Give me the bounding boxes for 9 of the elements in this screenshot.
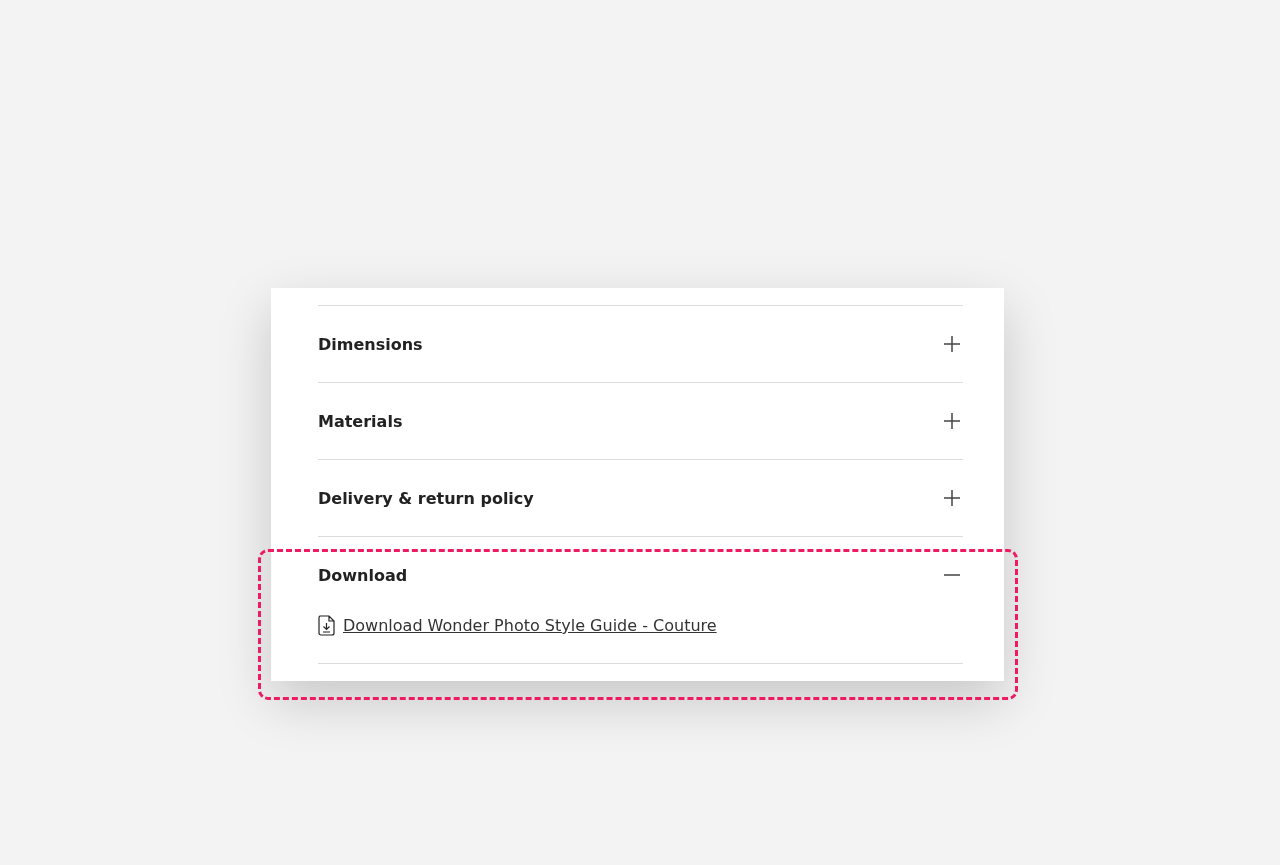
plus-icon[interactable] bbox=[943, 335, 961, 353]
file-download-icon bbox=[318, 615, 335, 636]
section-title: Download bbox=[318, 565, 408, 585]
download-link[interactable]: Download Wonder Photo Style Guide - Couture bbox=[343, 616, 717, 635]
section-title: Dimensions bbox=[318, 334, 423, 354]
plus-icon[interactable] bbox=[943, 412, 961, 430]
section-title: Delivery & return policy bbox=[318, 488, 534, 508]
plus-icon[interactable] bbox=[943, 489, 961, 507]
section-title: Materials bbox=[318, 411, 403, 431]
